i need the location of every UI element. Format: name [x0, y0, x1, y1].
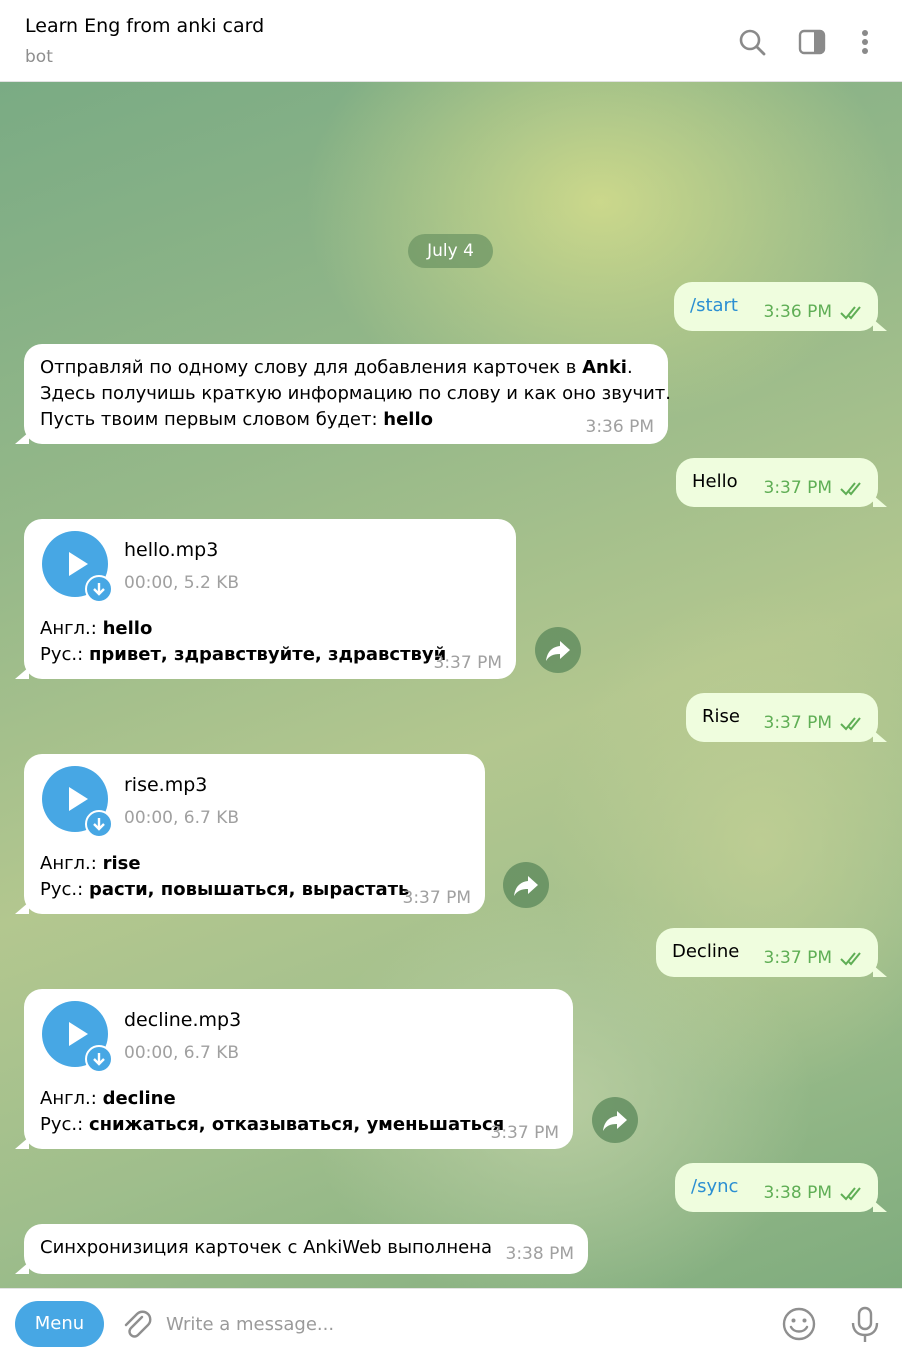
message-outgoing[interactable]: Decline 3:37 PM — [656, 928, 887, 977]
bot-menu-button[interactable]: Menu — [15, 1301, 104, 1347]
message-text: Decline — [672, 941, 740, 962]
translation-en: Англ.: hello — [40, 618, 153, 639]
download-icon[interactable] — [85, 1045, 113, 1073]
message-incoming-audio[interactable]: hello.mp3 00:00, 5.2 KB Англ.: hello Рус… — [15, 519, 516, 679]
audio-meta: 00:00, 6.7 KB — [124, 1043, 240, 1063]
more-vertical-icon[interactable] — [850, 26, 882, 58]
audio-filename: decline.mp3 — [124, 1009, 242, 1031]
read-checkmarks-icon — [840, 1187, 861, 1201]
audio-meta: 00:00, 6.7 KB — [124, 808, 240, 828]
read-checkmarks-icon — [840, 306, 861, 320]
download-icon[interactable] — [85, 575, 113, 603]
message-outgoing[interactable]: Rise 3:37 PM — [686, 693, 887, 742]
read-checkmarks-icon — [840, 717, 861, 731]
forward-icon — [546, 641, 570, 661]
composer: Menu — [0, 1288, 902, 1358]
attach-icon[interactable] — [118, 1307, 154, 1343]
audio-filename: rise.mp3 — [124, 774, 208, 796]
message-incoming[interactable]: Синхронизиция карточек с AnkiWeb выполне… — [15, 1224, 588, 1274]
message-incoming-audio[interactable]: decline.mp3 00:00, 6.7 KB Англ.: decline… — [15, 989, 573, 1149]
message-time: 3:36 PM — [763, 302, 833, 322]
message-line: Здесь получишь краткую информацию по сло… — [40, 383, 672, 404]
audio-meta: 00:00, 5.2 KB — [124, 573, 240, 593]
command-link[interactable]: /sync — [691, 1176, 738, 1197]
message-incoming[interactable]: Отправляй по одному слову для добавления… — [15, 344, 672, 444]
chat-subtitle: bot — [25, 47, 53, 67]
forward-button[interactable] — [535, 627, 581, 673]
message-line: Отправляй по одному слову для добавления… — [40, 357, 633, 378]
message-time: 3:37 PM — [763, 948, 833, 968]
message-time: 3:37 PM — [490, 1123, 560, 1143]
translation-ru: Рус.: снижаться, отказываться, уменьшать… — [40, 1114, 505, 1135]
message-input[interactable] — [164, 1303, 758, 1345]
read-checkmarks-icon — [840, 482, 861, 496]
forward-button[interactable] — [503, 862, 549, 908]
message-time: 3:37 PM — [763, 713, 833, 733]
chat-header: Learn Eng from anki card bot — [0, 0, 902, 82]
forward-button[interactable] — [592, 1097, 638, 1143]
message-time: 3:36 PM — [585, 417, 655, 437]
read-checkmarks-icon — [840, 952, 861, 966]
message-time: 3:37 PM — [402, 888, 472, 908]
message-text: Hello — [692, 471, 738, 492]
translation-ru: Рус.: расти, повышаться, вырастать — [40, 879, 410, 900]
date-divider: July 4 — [408, 234, 493, 268]
message-time: 3:38 PM — [505, 1244, 575, 1264]
message-incoming-audio[interactable]: rise.mp3 00:00, 6.7 KB Англ.: rise Рус.:… — [15, 754, 485, 914]
message-line: Пусть твоим первым словом будет: hello — [40, 409, 434, 430]
audio-filename: hello.mp3 — [124, 539, 219, 561]
sidebar-toggle-icon[interactable] — [796, 26, 828, 58]
message-outgoing[interactable]: Hello 3:37 PM — [676, 458, 887, 507]
translation-en: Англ.: rise — [40, 853, 141, 874]
command-link[interactable]: /start — [690, 295, 738, 316]
chat-area[interactable]: July 4 /start 3:36 PM Отправляй по одном… — [0, 82, 902, 1288]
forward-icon — [603, 1111, 627, 1131]
emoji-icon[interactable] — [780, 1305, 818, 1343]
chat-title[interactable]: Learn Eng from anki card — [25, 15, 264, 37]
message-outgoing[interactable]: /sync 3:38 PM — [675, 1163, 887, 1212]
message-time: 3:37 PM — [433, 653, 503, 673]
translation-en: Англ.: decline — [40, 1088, 176, 1109]
search-icon[interactable] — [736, 26, 768, 58]
microphone-icon[interactable] — [846, 1305, 884, 1345]
message-time: 3:37 PM — [763, 478, 833, 498]
message-text: Синхронизиция карточек с AnkiWeb выполне… — [40, 1237, 492, 1258]
forward-icon — [514, 876, 538, 896]
message-outgoing[interactable]: /start 3:36 PM — [674, 282, 887, 331]
download-icon[interactable] — [85, 810, 113, 838]
message-time: 3:38 PM — [763, 1183, 833, 1203]
translation-ru: Рус.: привет, здравствуйте, здравствуй — [40, 644, 447, 665]
message-text: Rise — [702, 706, 740, 727]
